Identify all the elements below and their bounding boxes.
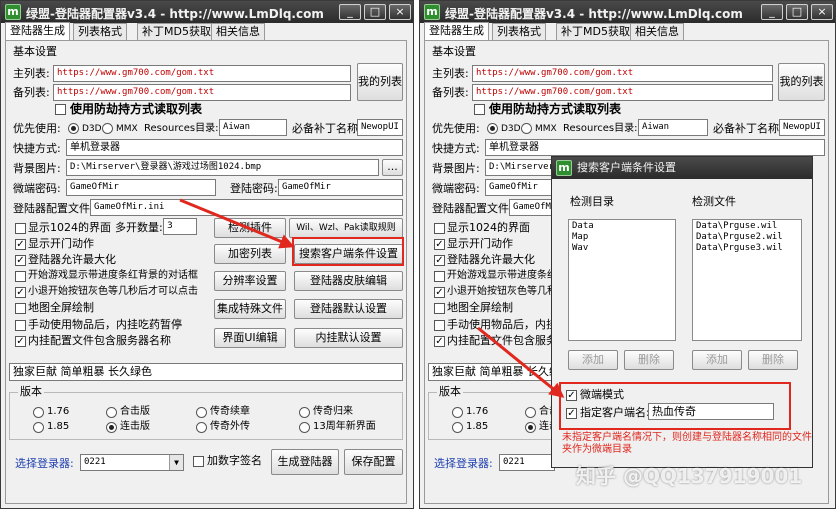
annotation-note: 未指定客户端名情况下，则创建与登陆器名称相同的文件夹作为微端目录 (562, 432, 812, 455)
arrow-to-dialog-options (477, 326, 565, 398)
arrow-to-search-button (179, 198, 295, 249)
watermark-text: 知乎 @QQ137919001 (576, 464, 803, 488)
